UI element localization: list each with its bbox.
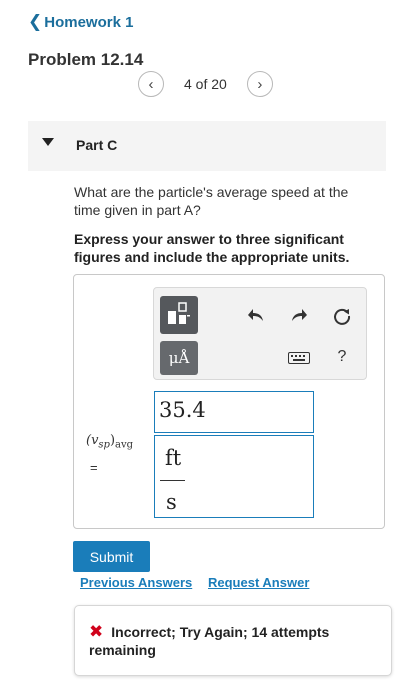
undo-icon[interactable]: [244, 303, 270, 329]
reset-icon[interactable]: [328, 302, 356, 330]
keyboard-icon[interactable]: [286, 348, 312, 368]
units-button[interactable]: μÅ: [160, 341, 198, 375]
next-problem-button[interactable]: ›: [246, 71, 273, 97]
unit-denominator: s: [166, 490, 177, 514]
chevron-right-icon: ›: [257, 75, 263, 93]
math-toolbar: μÅ ?: [153, 287, 367, 380]
request-answer-link[interactable]: Request Answer: [208, 575, 309, 590]
variable-subscript-avg: avg: [115, 439, 134, 451]
value-input[interactable]: 35.4: [154, 391, 314, 433]
previous-problem-button[interactable]: ‹: [138, 71, 164, 97]
part-header[interactable]: Part C: [28, 121, 386, 171]
fraction-bar: [160, 480, 185, 481]
variable-label: (vsp)avg: [86, 433, 133, 451]
templates-button[interactable]: [160, 296, 198, 334]
answer-instructions: Express your answer to three significant…: [74, 231, 350, 265]
problem-title: Problem 12.14: [28, 50, 144, 69]
chevron-left-icon: ❮: [28, 12, 43, 31]
close-x-icon: ✖: [89, 622, 104, 641]
question-text: What are the particle's average speed at…: [74, 184, 349, 218]
unit-numerator: ft: [165, 446, 182, 470]
feedback-box: ✖ Incorrect; Try Again; 14 attempts remai…: [74, 605, 392, 676]
submit-button[interactable]: Submit: [73, 541, 150, 572]
chevron-left-icon: ‹: [148, 75, 154, 93]
part-label: Part C: [76, 137, 118, 153]
equals-sign: =: [90, 460, 98, 475]
previous-answers-link[interactable]: Previous Answers: [80, 575, 192, 590]
feedback-text: Incorrect; Try Again; 14 attempts remain…: [89, 624, 330, 658]
back-to-homework-link[interactable]: ❮ Homework 1: [28, 12, 133, 32]
templates-icon: [168, 302, 190, 324]
variable-subscript: sp: [98, 439, 110, 451]
variable-main: (v: [86, 433, 99, 448]
units-input[interactable]: ft s: [154, 435, 314, 518]
redo-icon[interactable]: [285, 303, 311, 329]
problem-pager: ‹ 4 of 20 ›: [138, 70, 273, 98]
help-button[interactable]: ?: [331, 344, 353, 370]
pager-text: 4 of 20: [184, 76, 227, 92]
feedback-message: ✖ Incorrect; Try Again; 14 attempts remai…: [89, 623, 379, 659]
back-link-label: Homework 1: [44, 13, 134, 31]
caret-down-icon: [42, 138, 54, 146]
